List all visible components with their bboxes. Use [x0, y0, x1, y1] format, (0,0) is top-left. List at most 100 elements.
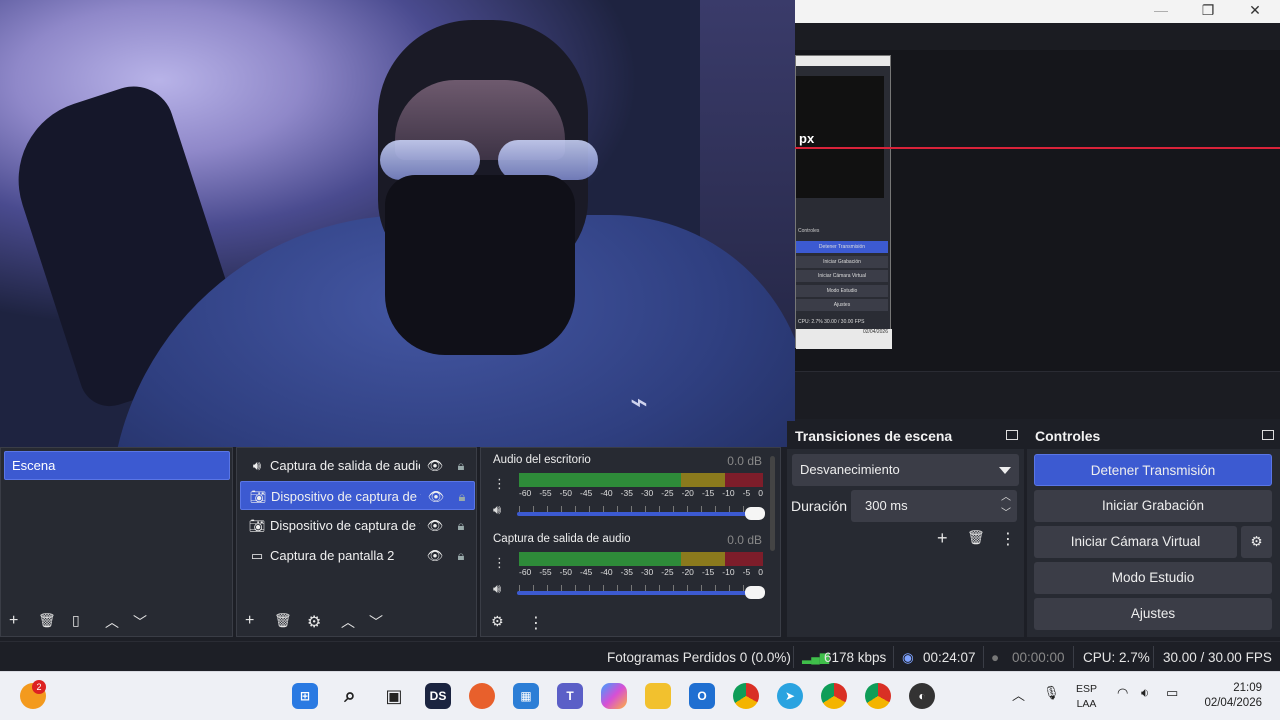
show-hidden-icons-icon[interactable]: ︿ [1012, 685, 1025, 704]
volume-slider[interactable] [517, 507, 765, 520]
window-titlebar: — ❐ ✕ [795, 0, 1280, 23]
gear-icon: ⚙ [1250, 534, 1263, 549]
stream-time: 00:24:07 [923, 650, 976, 665]
slider-ticks [519, 585, 747, 591]
ds-app-icon[interactable]: DS [425, 683, 451, 709]
source-item-selected[interactable]: 📷︎ Dispositivo de captura de video 👁 🔒︎ [240, 481, 475, 510]
clock-time: 21:09 [1233, 682, 1262, 694]
stop-stream-button[interactable]: Detener Transmisión [1034, 454, 1272, 486]
kebab-menu-icon[interactable]: ⋮ [528, 613, 544, 633]
task-view-icon[interactable]: ▣ [381, 683, 407, 709]
kebab-menu-icon[interactable]: ⋮ [1000, 529, 1016, 549]
fps: 30.00 / 30.00 FPS [1163, 650, 1272, 665]
eye-icon[interactable]: 👁 [426, 451, 444, 480]
firefox-icon[interactable] [469, 683, 495, 709]
lock-icon[interactable]: 🔒︎ [452, 541, 470, 570]
volume-icon[interactable]: 🔉︎ [1141, 685, 1149, 701]
advanced-audio-gear-icon[interactable]: ⚙ [491, 613, 504, 630]
red-guide-line [795, 147, 1280, 149]
filter-icon[interactable]: ▯ [72, 612, 80, 629]
duration-input[interactable]: 300 ms ︿ ﹀ [851, 490, 1017, 522]
eye-icon[interactable]: 👁 [427, 482, 445, 509]
maximize-button[interactable]: ❐ [1185, 2, 1231, 19]
telegram-icon[interactable]: ➤ [777, 683, 803, 709]
lock-icon[interactable]: 🔒︎ [453, 482, 471, 509]
system-clock[interactable]: 21:09 02/04/2026 [1204, 681, 1262, 711]
language-indicator[interactable]: ESP LAA [1076, 682, 1097, 712]
puma-logo-icon: ⌁ [630, 386, 649, 419]
volume-meter [519, 552, 763, 566]
spin-down-icon[interactable]: ﹀ [1001, 498, 1011, 530]
kebab-menu-icon[interactable]: ⋮ [493, 476, 506, 492]
undock-icon[interactable] [1006, 430, 1018, 440]
source-item[interactable]: 🔊︎ Captura de salida de audio 👁 🔒︎ [240, 451, 475, 480]
virtual-camera-settings-button[interactable]: ⚙ [1241, 526, 1272, 558]
kebab-menu-icon[interactable]: ⋮ [493, 555, 506, 571]
chrome-profile-icon[interactable] [821, 683, 847, 709]
start-virtual-camera-button[interactable]: Iniciar Cámara Virtual [1034, 526, 1237, 558]
add-source-icon[interactable]: + [245, 612, 254, 630]
microphone-icon[interactable]: 🎙︎ [1043, 685, 1060, 701]
move-down-icon[interactable]: ﹀ [133, 612, 147, 632]
controls-header: Controles [1027, 421, 1280, 449]
speaker-mute-icon[interactable]: 🔊︎ [493, 581, 501, 597]
eye-icon[interactable]: 👁 [426, 511, 444, 540]
program-preview[interactable]: ⌁ [0, 0, 795, 447]
speaker-icon: 🔊︎ [252, 458, 262, 473]
outlook-icon[interactable]: O [689, 683, 715, 709]
volume-slider[interactable] [517, 586, 765, 599]
settings-button[interactable]: Ajustes [1034, 598, 1272, 630]
controls-dock: Controles Detener Transmisión Iniciar Gr… [1027, 421, 1280, 637]
volume-slider-knob[interactable] [745, 586, 765, 599]
trash-icon[interactable]: 🗑 [274, 612, 292, 629]
copilot-icon[interactable] [601, 683, 627, 709]
studio-mode-button[interactable]: Modo Estudio [1034, 562, 1272, 594]
move-up-icon[interactable]: ︿ [105, 612, 119, 632]
dropped-frames: Fotogramas Perdidos 0 (0.0%) [607, 650, 791, 665]
gear-icon[interactable]: ⚙ [307, 612, 321, 632]
wifi-icon[interactable]: ◠ [1117, 685, 1128, 701]
speaker-mute-icon[interactable]: 🔊︎ [493, 502, 501, 518]
transition-select[interactable]: Desvanecimiento [792, 454, 1019, 486]
move-up-icon[interactable]: ︿ [341, 612, 355, 632]
duration-label: Duración [791, 498, 848, 514]
close-button[interactable]: ✕ [1232, 2, 1278, 19]
search-icon[interactable]: ⌕ [337, 683, 363, 709]
chrome-profile-2-icon[interactable] [865, 683, 891, 709]
obs-icon[interactable]: ◐ [909, 683, 935, 709]
scene-item[interactable]: Escena [4, 451, 230, 480]
add-transition-icon[interactable]: + [937, 528, 948, 549]
record-icon: ● [991, 650, 1000, 665]
scene-transitions-dock: Transiciones de escena Desvanecimiento D… [787, 421, 1024, 637]
add-scene-icon[interactable]: + [9, 612, 18, 630]
start-menu-icon[interactable]: ⊞ [292, 683, 318, 709]
chrome-icon[interactable] [733, 683, 759, 709]
nested-taskbar: 02/04/2026 [796, 329, 892, 349]
record-time: 00:00:00 [1012, 650, 1065, 665]
mixer-channel-name: Captura de salida de audio [493, 533, 631, 545]
camera-icon: 📷︎ [249, 489, 267, 504]
stream-live-icon: ◉ [902, 650, 914, 665]
lock-icon[interactable]: 🔒︎ [452, 451, 470, 480]
volume-slider-knob[interactable] [745, 507, 765, 520]
source-item[interactable]: ▭ Captura de pantalla 2 👁 🔒︎ [240, 541, 475, 570]
teams-icon[interactable]: T [557, 683, 583, 709]
move-down-icon[interactable]: ﹀ [369, 612, 383, 632]
monitor-icon: ▭ [250, 548, 264, 563]
trash-icon[interactable]: 🗑 [38, 612, 56, 629]
minimize-button[interactable]: — [1138, 2, 1184, 18]
battery-icon[interactable]: ▭ [1166, 685, 1178, 701]
source-label: Dispositivo de captura de video 2 [270, 518, 420, 533]
undock-icon[interactable] [1262, 430, 1274, 440]
source-item[interactable]: 📷︎ Dispositivo de captura de video 2 👁 🔒… [240, 511, 475, 540]
microsoft-store-icon[interactable]: ▦ [513, 683, 539, 709]
mixer-scrollbar[interactable] [770, 456, 775, 551]
eye-icon[interactable]: 👁 [426, 541, 444, 570]
nested-controls-caption: Controles [798, 228, 820, 234]
nested-px-label: px [799, 131, 815, 146]
trash-icon[interactable]: 🗑 [967, 529, 985, 546]
lock-icon[interactable]: 🔒︎ [452, 511, 470, 540]
slider-ticks [519, 506, 747, 512]
start-recording-button[interactable]: Iniciar Grabación [1034, 490, 1272, 522]
file-explorer-icon[interactable] [645, 683, 671, 709]
